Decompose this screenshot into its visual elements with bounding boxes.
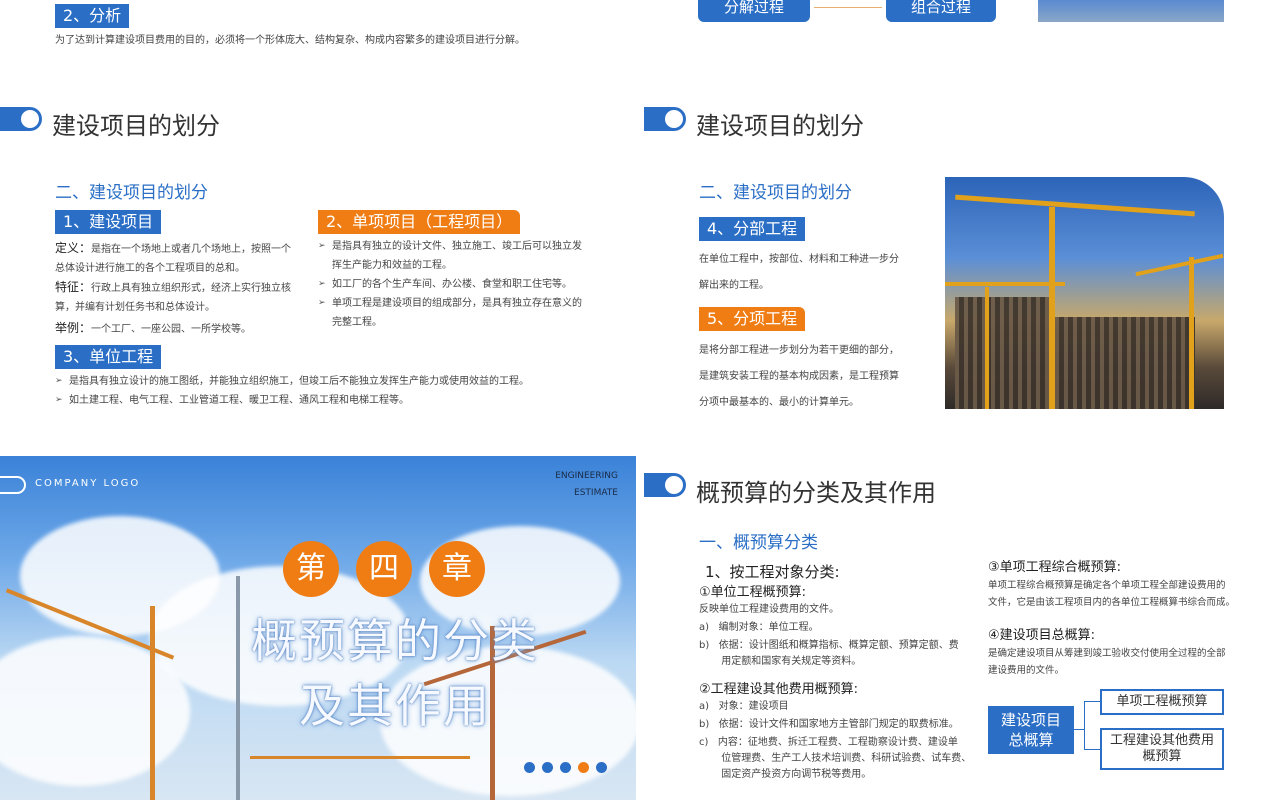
chapter-char-2: 四 <box>356 541 412 597</box>
chapter-char-3: 章 <box>429 541 485 597</box>
tag-unit-project: 3、单位工程 <box>55 345 162 369</box>
decompose-box: 分解过程 <box>698 0 810 22</box>
s4-1: 是确定建设项目从筹建到竣工验收交付使用全过程的全部 <box>988 648 1226 659</box>
toggle-icon <box>644 107 686 131</box>
slide2-subtitle: 二、建设项目的划分 <box>699 183 852 203</box>
ex-label: 举例： <box>55 321 92 335</box>
dot-5[interactable] <box>596 762 607 773</box>
dot-2[interactable] <box>542 762 553 773</box>
total-box-line1: 建设项目 <box>1000 711 1061 729</box>
brand-line-1: ENGINEERING <box>555 471 618 481</box>
list-item: 是指具有独立的设计文件、独立施工、竣工后可以独立发挥生产能力和效益的工程。 <box>318 237 586 275</box>
feat-text-1: 行政上具有独立组织形式，经济上实行独立核 <box>91 283 292 294</box>
toggle-icon <box>0 107 42 131</box>
connector-main <box>1074 729 1084 730</box>
other-cost-block: ②工程建设其他费用概预算: a) 对象：建设项目 b) 依据：设计文件和国家地方… <box>699 681 972 783</box>
definition-block: 定义：是指在一个场地上或者几个场地上，按照一个 总体设计进行施工的各个工程项目的… <box>55 239 305 339</box>
s3-2: 文件，它是由该工程项目内的各单位工程概算书综合而成。 <box>988 597 1236 608</box>
single-estimate-block: ③单项工程综合概预算: 单项工程综合概预算是确定各个单项工程全部建设费用的 文件… <box>988 559 1248 611</box>
subdivision-text-2: 解出来的工程。 <box>699 280 769 291</box>
def-text-1: 是指在一个场地上或者几个场地上，按照一个 <box>91 244 292 255</box>
ex-text: 一个工厂、一座公园、一所学校等。 <box>91 324 252 335</box>
slide1-title: 建设项目的划分 <box>52 112 220 140</box>
total-box-line2: 总概算 <box>1008 731 1054 749</box>
subitem-text-3: 分项中最基本的、最小的计算单元。 <box>699 397 859 408</box>
s3-1: 单项工程综合概预算是确定各个单项工程全部建设费用的 <box>988 580 1226 591</box>
def-text-2: 总体设计进行施工的各个工程项目的总和。 <box>55 263 245 274</box>
s4-2: 建设费用的文件。 <box>988 665 1065 676</box>
tag-sub-division: 4、分部工程 <box>699 217 806 241</box>
analysis-tag: 2、分析 <box>55 4 130 28</box>
single-estimate-box: 单项工程概预算 <box>1100 689 1224 715</box>
list-item: 如土建工程、电气工程、工业管道工程、暖卫工程、通风工程和电梯工程等。 <box>55 391 615 410</box>
classify-heading: 1、按工程对象分类: <box>705 563 840 581</box>
construction-photo <box>945 177 1224 409</box>
s1-b1: b) 依据：设计图纸和概算指标、概算定额、预算定额、费 <box>699 640 959 651</box>
connector-vertical <box>1084 701 1085 749</box>
single-project-list: 是指具有独立的设计文件、独立施工、竣工后可以独立发挥生产能力和效益的工程。 如工… <box>318 237 586 332</box>
s2-b: b) 依据：设计文件和国家地方主管部门规定的取费标准。 <box>699 719 959 730</box>
s2-c1: c) 内容：征地费、拆迁工程费、工程勘察设计费、建设单 <box>699 737 958 748</box>
tag-sub-item: 5、分项工程 <box>699 307 806 331</box>
slide4-title: 概预算的分类及其作用 <box>696 479 936 507</box>
decompose-label: 分解过程 <box>723 0 784 16</box>
subdivision-text-1: 在单位工程中，按部位、材料和工种进一步分 <box>699 254 899 265</box>
company-logo: COMPANY LOGO <box>35 478 141 489</box>
unit-estimate-block: ①单位工程概预算: 反映单位工程建设费用的文件。 a) 编制对象：单位工程。 b… <box>699 584 969 670</box>
slide4-subtitle: 一、概预算分类 <box>699 533 818 553</box>
page-dots <box>524 762 607 773</box>
flow-arrow <box>814 7 882 8</box>
cover-title-line2: 及其作用 <box>299 679 491 733</box>
list-item: 单项工程是建设项目的组成部分，是具有独立存在意义的完整工程。 <box>318 294 586 332</box>
subitem-text-2: 是建筑安装工程的基本构成因素，是工程预算 <box>699 371 899 382</box>
list-item: 如工厂的各个生产车间、办公楼、食堂和职工住宅等。 <box>318 275 586 294</box>
s2-a: a) 对象：建设项目 <box>699 701 789 712</box>
list-item: 是指具有独立设计的施工图纸，并能独立组织施工，但竣工后不能独立发挥生产能力或使用… <box>55 372 615 391</box>
connector-bottom <box>1084 749 1100 750</box>
s2-c2: 位管理费、生产工人技术培训费、科研试验费、试车费、 <box>699 753 972 764</box>
feat-text-2: 算，并编有计划任务书和总体设计。 <box>55 302 215 313</box>
cover-title-line1: 概预算的分类 <box>251 614 539 668</box>
total-estimate-block: ④建设项目总概算: 是确定建设项目从筹建到竣工验收交付使用全过程的全部 建设费用… <box>988 627 1248 679</box>
analysis-text: 为了达到计算建设项目费用的目的，必须将一个形体庞大、结构复杂、构成内容繁多的建设… <box>55 35 525 46</box>
top-photo <box>1038 0 1224 22</box>
single-estimate-label: 单项工程概预算 <box>1116 694 1208 709</box>
compose-label: 组合过程 <box>910 0 971 16</box>
s1-desc: 反映单位工程建设费用的文件。 <box>699 604 839 615</box>
s4-title: ④建设项目总概算: <box>988 628 1096 643</box>
chapter-char-1: 第 <box>283 541 339 597</box>
total-estimate-box: 建设项目 总概算 <box>988 706 1074 754</box>
unit-project-list: 是指具有独立设计的施工图纸，并能独立组织施工，但竣工后不能独立发挥生产能力或使用… <box>55 372 615 410</box>
s3-title: ③单项工程综合概预算: <box>988 560 1122 575</box>
logo-pill-icon <box>0 476 26 494</box>
slide1-subtitle: 二、建设项目的划分 <box>55 183 208 203</box>
other-estimate-box: 工程建设其他费用 概预算 <box>1100 728 1224 770</box>
dot-3[interactable] <box>560 762 571 773</box>
brand-line-2: ESTIMATE <box>574 488 618 498</box>
tag-construction-project: 1、建设项目 <box>55 210 162 234</box>
s1-b2: 用定额和国家有关规定等资料。 <box>699 656 862 667</box>
s2-c3: 固定资产投资方向调节税等费用。 <box>699 769 872 780</box>
other-estimate-label-1: 工程建设其他费用 <box>1109 733 1214 748</box>
compose-box: 组合过程 <box>886 0 996 22</box>
connector-top <box>1084 701 1100 702</box>
toggle-icon <box>644 473 686 497</box>
s1-title: ①单位工程概预算: <box>699 585 807 600</box>
dot-4[interactable] <box>578 762 589 773</box>
subitem-text-1: 是将分部工程进一步划分为若干更细的部分， <box>699 345 899 356</box>
s2-title: ②工程建设其他费用概预算: <box>699 682 859 697</box>
def-label: 定义： <box>55 241 92 255</box>
tag-single-project: 2、单项项目（工程项目） <box>318 210 521 234</box>
dot-1[interactable] <box>524 762 535 773</box>
s1-a: a) 编制对象：单位工程。 <box>699 622 819 633</box>
other-estimate-label-2: 概预算 <box>1142 749 1182 764</box>
feat-label: 特征： <box>55 280 92 294</box>
slide2-title: 建设项目的划分 <box>696 112 864 140</box>
